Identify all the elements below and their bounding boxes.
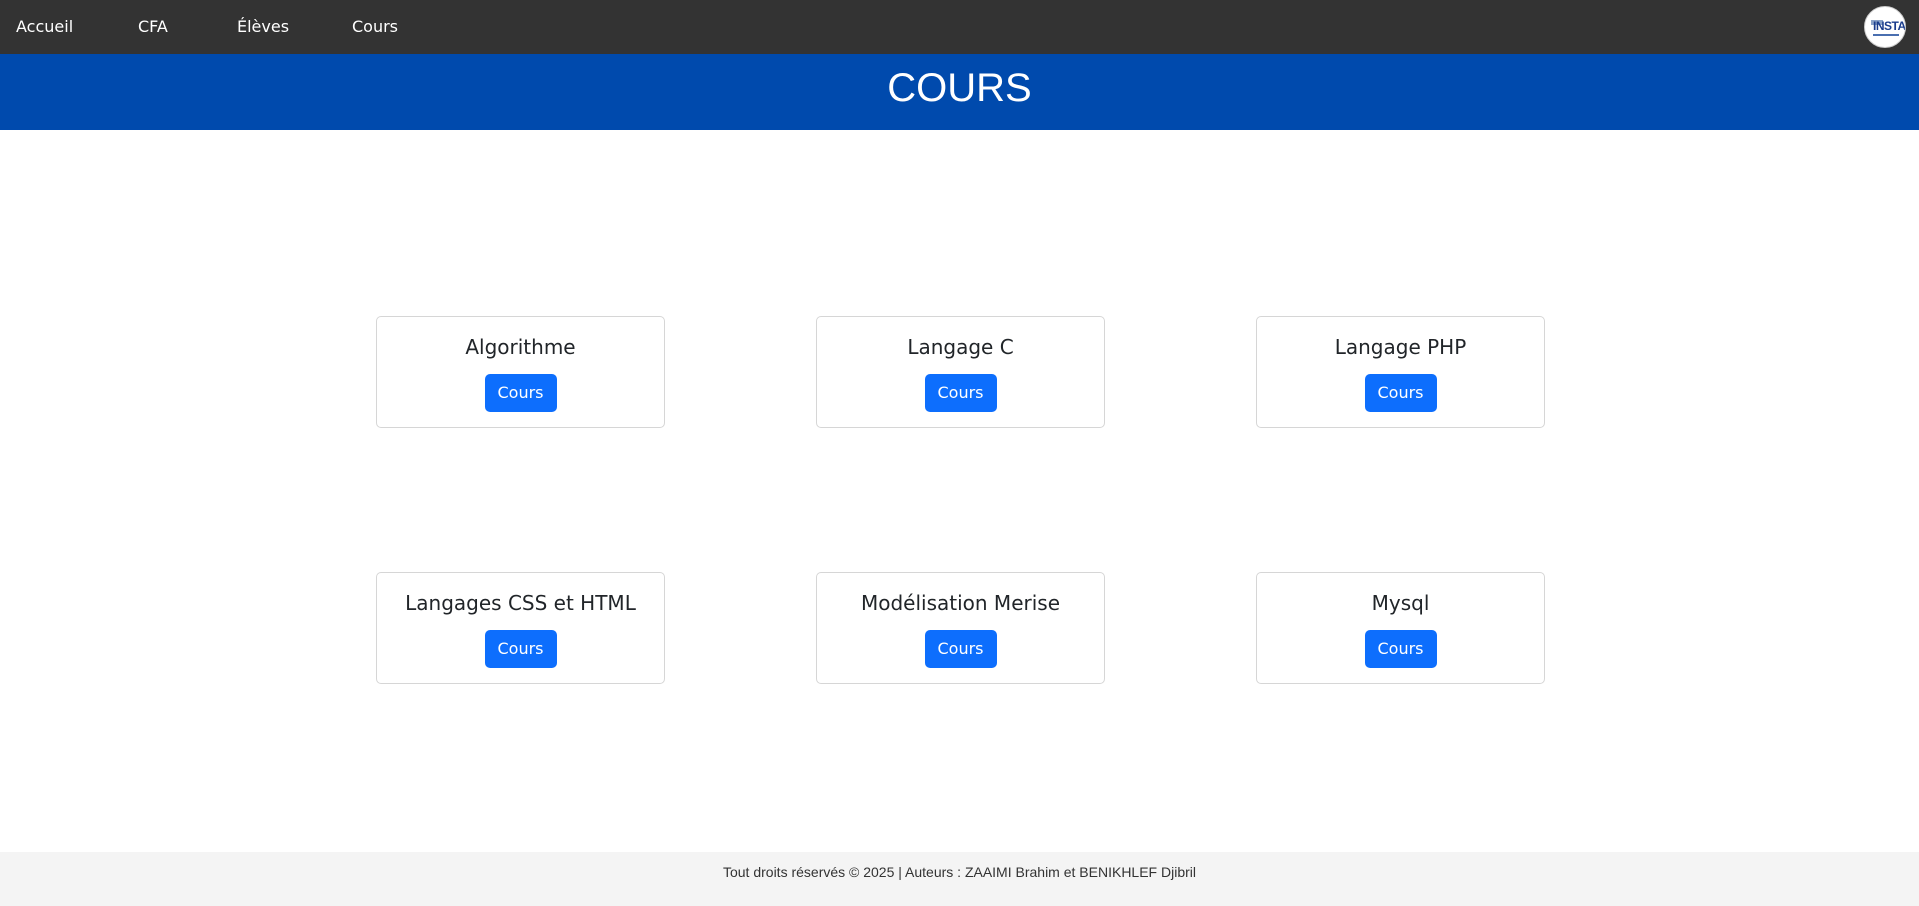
cours-button-algorithme[interactable]: Cours: [484, 374, 557, 412]
nav-link-cours[interactable]: Cours: [352, 0, 398, 54]
top-navbar: Accueil CFA Élèves Cours INSTA: [0, 0, 1919, 54]
course-card-css-html: Langages CSS et HTML Cours: [376, 572, 665, 684]
course-title: Langages CSS et HTML: [405, 591, 636, 615]
course-card-langage-c: Langage C Cours: [816, 316, 1105, 428]
course-card-merise: Modélisation Merise Cours: [816, 572, 1105, 684]
logo-text: INSTA: [1873, 19, 1906, 33]
nav-link-accueil[interactable]: Accueil: [16, 0, 73, 54]
footer-copyright: Tout droits réservés © 2025 | Auteurs : …: [722, 864, 1196, 880]
page-header: COURS: [0, 54, 1919, 130]
cours-button-mysql[interactable]: Cours: [1364, 630, 1437, 668]
page-footer: Tout droits réservés © 2025 | Auteurs : …: [0, 852, 1919, 906]
cours-button-langage-php[interactable]: Cours: [1364, 374, 1437, 412]
cours-button-langage-c[interactable]: Cours: [924, 374, 997, 412]
page-title: COURS: [887, 66, 1032, 110]
course-card-mysql: Mysql Cours: [1256, 572, 1545, 684]
nav-link-eleves[interactable]: Élèves: [237, 0, 289, 54]
course-card-langage-php: Langage PHP Cours: [1256, 316, 1545, 428]
cours-button-css-html[interactable]: Cours: [484, 630, 557, 668]
insta-logo[interactable]: INSTA: [1864, 6, 1906, 48]
course-card-algorithme: Algorithme Cours: [376, 316, 665, 428]
nav-link-cfa[interactable]: CFA: [138, 0, 168, 54]
course-title: Mysql: [1371, 591, 1430, 615]
course-title: Modélisation Merise: [860, 591, 1060, 615]
course-title: Langage PHP: [1334, 335, 1467, 359]
course-title: Algorithme: [465, 335, 576, 359]
logo-underline: [1873, 34, 1899, 36]
cours-button-merise[interactable]: Cours: [924, 630, 997, 668]
course-title: Langage C: [907, 335, 1014, 359]
